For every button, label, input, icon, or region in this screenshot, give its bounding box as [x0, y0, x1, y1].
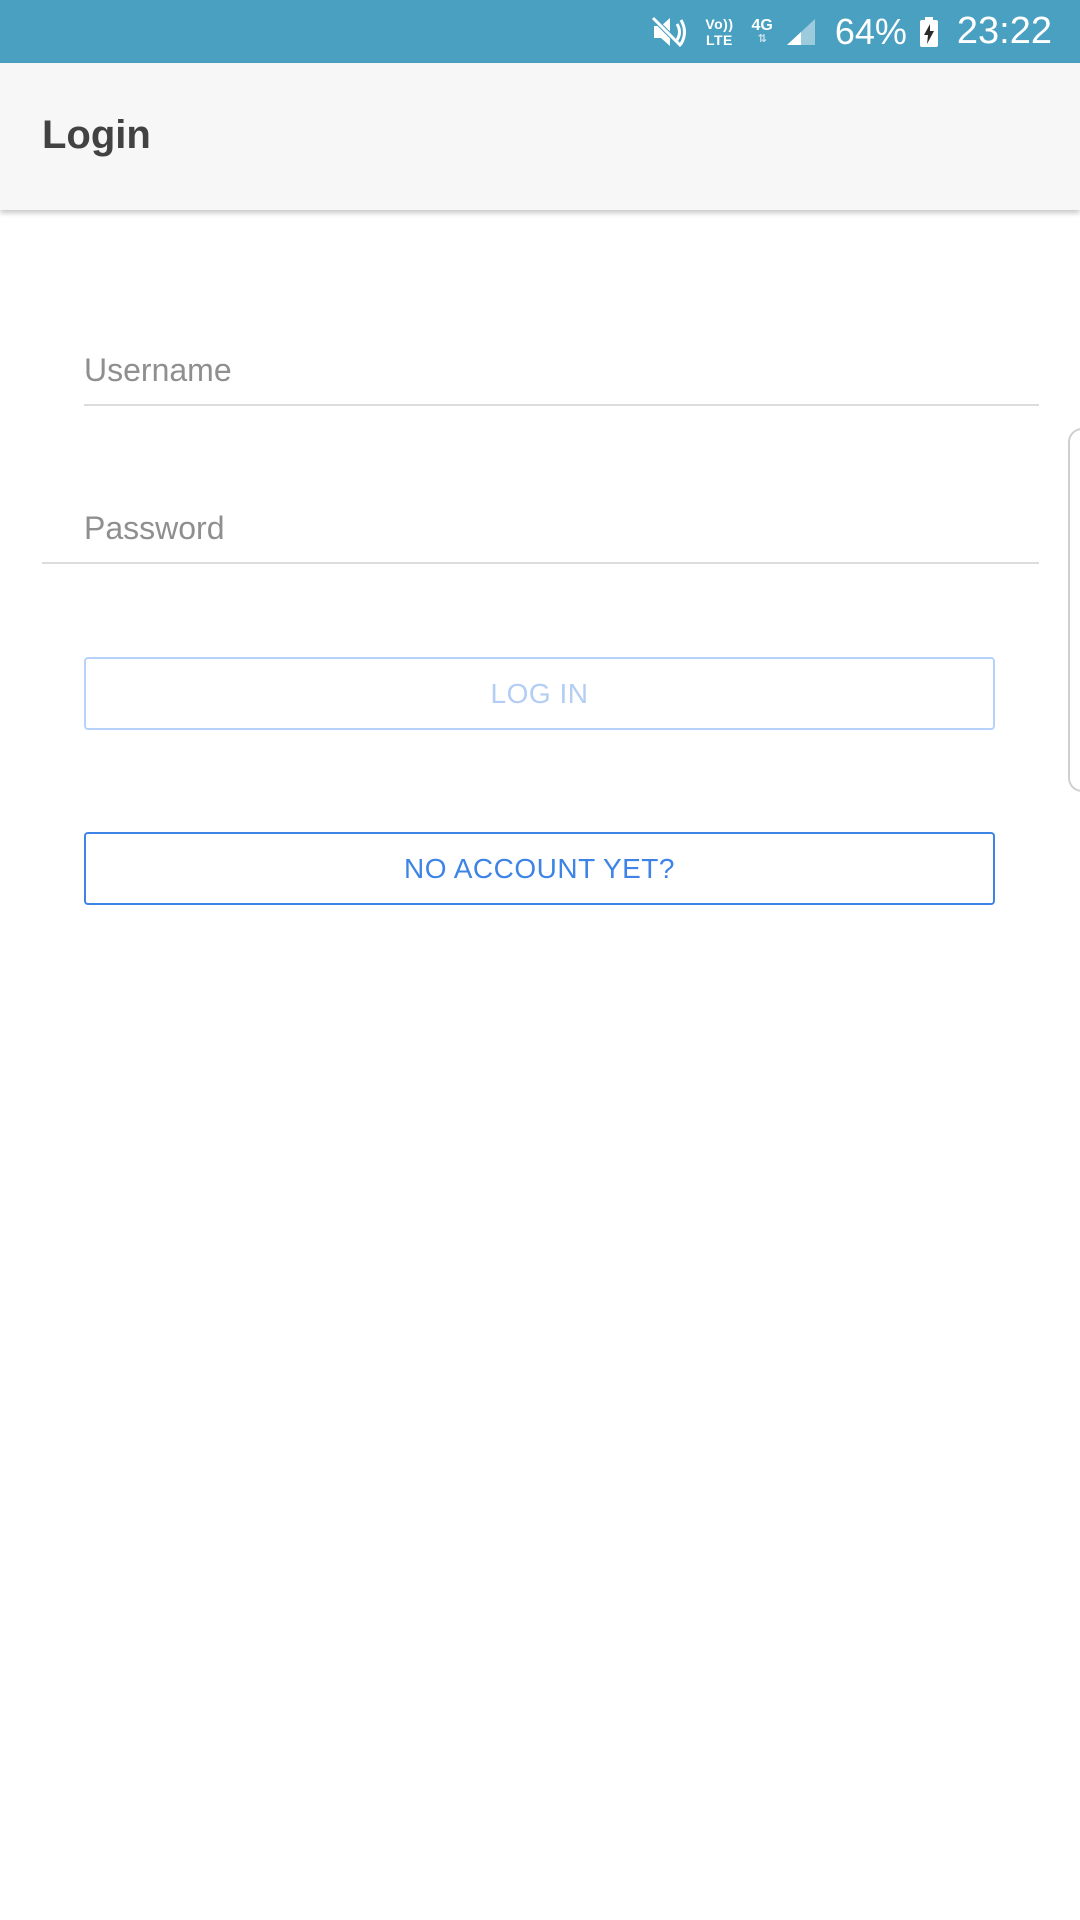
password-input[interactable] [84, 510, 1039, 547]
page-title: Login [42, 113, 151, 157]
login-button[interactable]: LOG IN [84, 657, 995, 730]
clock: 23:22 [956, 10, 1052, 52]
username-underline [84, 404, 1039, 406]
mute-icon [651, 14, 689, 50]
username-field[interactable] [84, 352, 1039, 396]
volte-bottom-label: LTE [705, 31, 733, 48]
no-account-button-label: NO ACCOUNT YET? [404, 852, 675, 884]
battery-percentage: 64% [834, 10, 907, 52]
username-input[interactable] [84, 352, 1039, 389]
password-underline [42, 562, 1039, 564]
password-field[interactable] [84, 510, 1039, 554]
network-type-indicator: 4G ⇅ [751, 16, 773, 45]
volte-indicator: Vo)) LTE [705, 16, 733, 48]
data-activity-icon: ⇅ [757, 32, 767, 45]
signal-strength-icon [785, 17, 817, 47]
no-account-button[interactable]: NO ACCOUNT YET? [84, 832, 995, 905]
edge-panel-handle[interactable] [1068, 428, 1080, 792]
status-bar: Vo)) LTE 4G ⇅ 64% 23:22 [0, 0, 1080, 63]
login-button-label: LOG IN [490, 677, 589, 709]
network-type-label: 4G [751, 16, 773, 34]
battery-charging-icon [919, 16, 939, 47]
status-icons: Vo)) LTE 4G ⇅ 64% 23:22 [651, 0, 1052, 63]
app-bar: Login [0, 63, 1080, 210]
volte-top-label: Vo)) [705, 15, 734, 32]
